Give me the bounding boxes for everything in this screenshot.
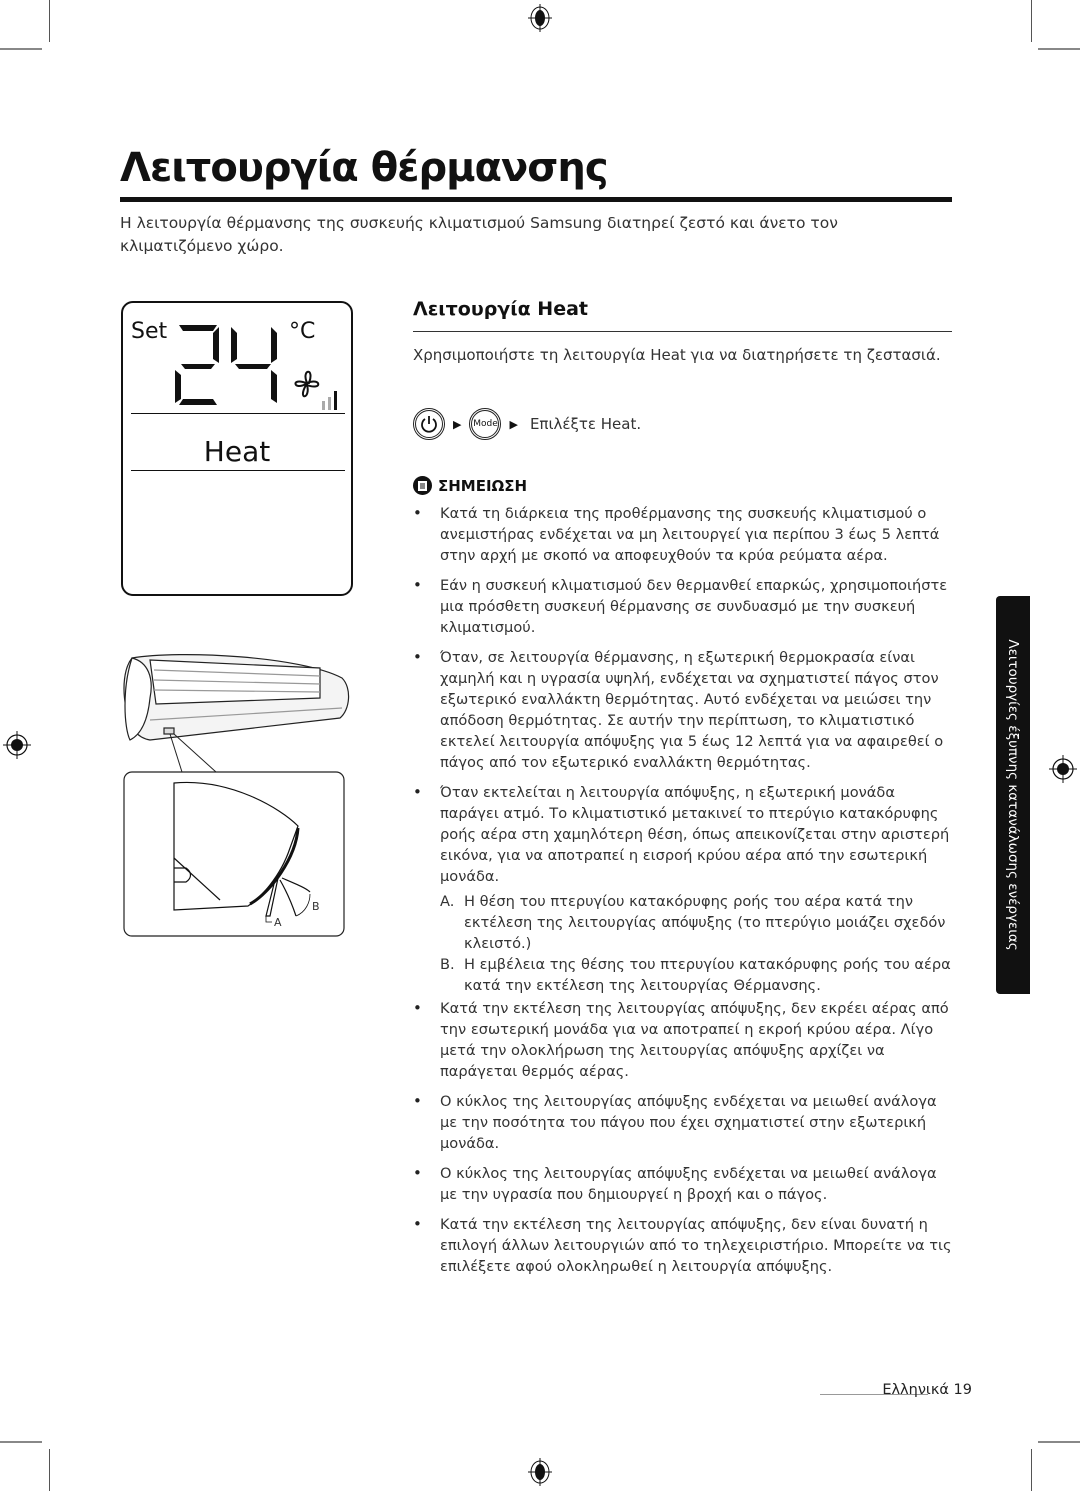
note-item: Ο κύκλος της λειτουργίας απόψυξης ενδέχε… — [413, 1163, 958, 1205]
note-label: ΣΗΜΕΙΩΣΗ — [438, 476, 528, 495]
registration-mark-icon — [3, 731, 31, 759]
label-b: B — [312, 900, 320, 913]
crop-mark — [1031, 0, 1032, 42]
lcd-mode-label: Heat — [203, 435, 271, 468]
lcd-unit: °C — [289, 319, 316, 344]
label-a: A — [274, 916, 282, 929]
page-title: Λειτουργία θέρμανσης — [120, 145, 609, 191]
note-item: Όταν, σε λειτουργία θέρμανσης, η εξωτερι… — [413, 647, 958, 773]
lcd-set-label: Set — [131, 319, 168, 344]
lcd-divider — [131, 470, 345, 471]
title-divider — [120, 197, 952, 202]
fan-speed-indicator — [322, 391, 337, 410]
chapter-side-tab: Λειτουργίες έξυπνης κατανάλωσης ενέργεια… — [996, 596, 1030, 994]
note-sublist: A. Η θέση του πτερυγίου κατακόρυφης ροής … — [440, 891, 958, 996]
crop-mark — [1031, 1449, 1032, 1491]
arrow-icon: ▶ — [453, 417, 462, 431]
note-list: Κατά τη διάρκεια της προθέρμανσης της συ… — [413, 503, 958, 1286]
section-heading: Λειτουργία Heat — [413, 298, 588, 320]
step-instruction: Επιλέξτε Heat. — [529, 415, 642, 433]
note-item: Κατά την εκτέλεση της λειτουργίας απόψυξ… — [413, 998, 958, 1082]
air-conditioner-illustration: A B — [123, 654, 350, 937]
chapter-side-tab-label: Λειτουργίες έξυπνης κατανάλωσης ενέργεια… — [1005, 639, 1021, 951]
crop-mark — [1038, 48, 1080, 50]
note-heading: ΣΗΜΕΙΩΣΗ — [413, 476, 527, 495]
crop-mark — [49, 1449, 50, 1491]
mode-button-label: Mode — [473, 419, 498, 429]
note-item: Εάν η συσκευή κλιματισμού δεν θερμανθεί … — [413, 575, 958, 638]
power-button-icon — [413, 408, 445, 440]
crop-mark — [49, 0, 50, 42]
registration-mark-icon — [1049, 755, 1077, 783]
note-item: Κατά τη διάρκεια της προθέρμανσης της συ… — [413, 503, 958, 566]
note-icon — [413, 476, 432, 495]
lcd-temperature-digits — [175, 325, 277, 405]
indoor-unit-icon — [123, 654, 350, 741]
note-item: Κατά την εκτέλεση της λειτουργίας απόψυξ… — [413, 1214, 958, 1277]
note-item: Όταν εκτελείται η λειτουργία απόψυξης, η… — [413, 782, 958, 996]
page-footer: Ελληνικά 19 — [872, 1382, 972, 1398]
registration-mark-icon — [528, 4, 552, 32]
crop-mark — [0, 1441, 42, 1443]
registration-mark-icon — [528, 1458, 552, 1486]
remote-lcd-display: Set 24 °C Heat — [121, 301, 353, 596]
page-number: 19 — [953, 1382, 972, 1398]
note-subitem: B. Η εμβέλεια της θέσης του πτερυγίου κατ… — [440, 956, 951, 994]
mode-button-icon: Mode — [469, 408, 502, 440]
footer-language: Ελληνικά — [882, 1382, 949, 1398]
operation-steps: ▶ Mode ▶ Επιλέξτε Heat. — [413, 406, 641, 442]
section-description: Χρησιμοποιήστε τη λειτουργία Heat για να… — [413, 346, 941, 364]
power-icon — [421, 416, 437, 433]
lcd-divider — [131, 413, 345, 414]
intro-paragraph: Η λειτουργία θέρμανσης της συσκευής κλιμ… — [120, 214, 838, 255]
arrow-icon: ▶ — [509, 417, 518, 431]
note-item: Ο κύκλος της λειτουργίας απόψυξης ενδέχε… — [413, 1091, 958, 1154]
crop-mark — [0, 48, 42, 50]
note-subitem: A. Η θέση του πτερυγίου κατακόρυφης ροής … — [440, 893, 946, 952]
section-divider — [413, 331, 952, 332]
crop-mark — [1038, 1441, 1080, 1443]
